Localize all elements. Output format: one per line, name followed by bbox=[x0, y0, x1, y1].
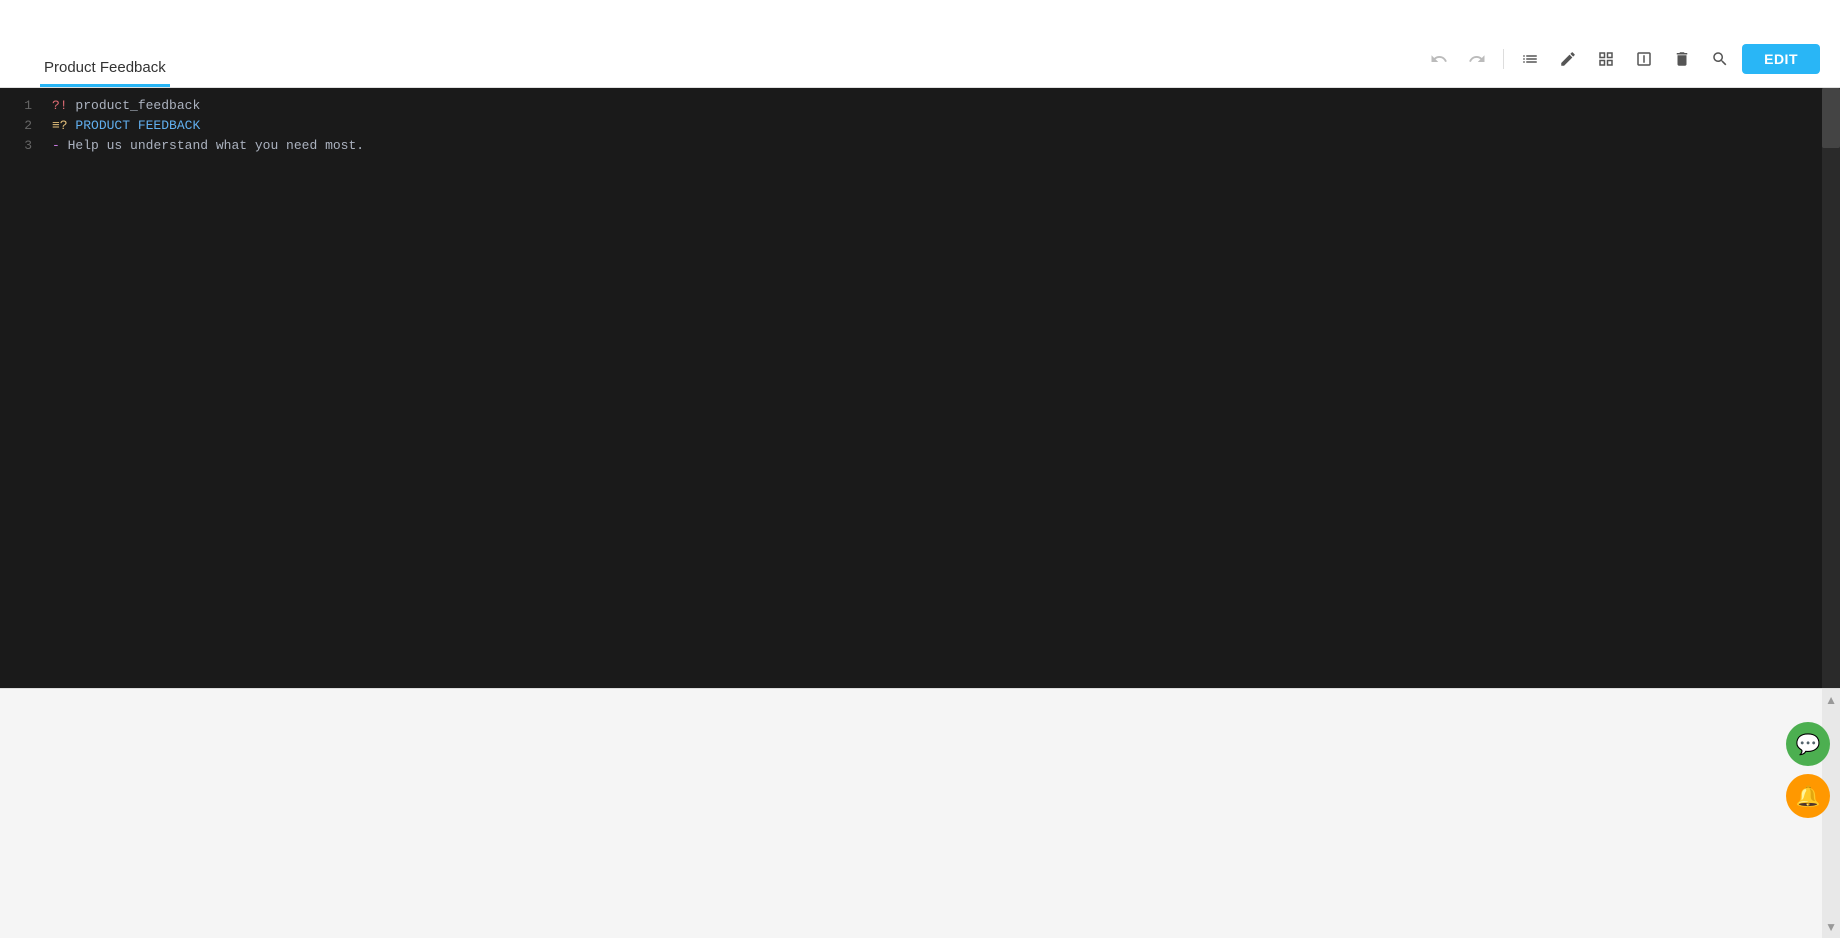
code-content[interactable]: ?! product_feedback ≡? PRODUCT FEEDBACK … bbox=[40, 88, 1840, 688]
line-num-2: 2 bbox=[8, 116, 32, 136]
pen-icon bbox=[1559, 50, 1577, 68]
code-line-1: ?! product_feedback bbox=[40, 96, 1840, 116]
scroll-up-arrow[interactable]: ▲ bbox=[1821, 689, 1840, 711]
separator-1 bbox=[1503, 49, 1504, 69]
list-button[interactable] bbox=[1514, 43, 1546, 75]
split-icon bbox=[1635, 50, 1653, 68]
line-num-3: 3 bbox=[8, 136, 32, 156]
chat-float-button[interactable]: 💬 bbox=[1786, 722, 1830, 766]
notify-float-button[interactable]: 🔔 bbox=[1786, 774, 1830, 818]
undo-button[interactable] bbox=[1423, 43, 1455, 75]
grid-button[interactable] bbox=[1590, 43, 1622, 75]
search-button[interactable] bbox=[1704, 43, 1736, 75]
split-button[interactable] bbox=[1628, 43, 1660, 75]
scroll-down-arrow[interactable]: ▼ bbox=[1821, 916, 1840, 938]
delete-icon bbox=[1673, 50, 1691, 68]
tab-label: Product Feedback bbox=[44, 59, 166, 76]
product-feedback-tab[interactable]: Product Feedback bbox=[40, 51, 170, 87]
notify-icon: 🔔 bbox=[1796, 784, 1821, 809]
edit-label: EDIT bbox=[1764, 51, 1798, 67]
editor-scrollbar[interactable] bbox=[1822, 88, 1840, 688]
line-numbers: 1 2 3 bbox=[0, 88, 40, 688]
chat-icon: 💬 bbox=[1796, 732, 1821, 757]
tab-area: Product Feedback bbox=[40, 0, 170, 87]
bottom-panel: ▲ ▼ bbox=[0, 688, 1840, 938]
line-num-1: 1 bbox=[8, 96, 32, 116]
top-bar: Product Feedback bbox=[0, 0, 1840, 88]
pen-button[interactable] bbox=[1552, 43, 1584, 75]
code-line-2: ≡? PRODUCT FEEDBACK bbox=[40, 116, 1840, 136]
floating-buttons: 💬 🔔 bbox=[1786, 722, 1830, 818]
redo-button[interactable] bbox=[1461, 43, 1493, 75]
code-editor: 1 2 3 ?! product_feedback ≡? PRODUCT FEE… bbox=[0, 88, 1840, 688]
redo-icon bbox=[1468, 50, 1486, 68]
code-line-3: - Help us understand what you need most. bbox=[40, 136, 1840, 156]
list-icon bbox=[1521, 50, 1539, 68]
delete-button[interactable] bbox=[1666, 43, 1698, 75]
edit-button[interactable]: EDIT bbox=[1742, 44, 1820, 74]
undo-icon bbox=[1430, 50, 1448, 68]
scrollbar-thumb[interactable] bbox=[1822, 88, 1840, 148]
toolbar: EDIT bbox=[1423, 43, 1820, 87]
search-icon bbox=[1711, 50, 1729, 68]
grid-icon bbox=[1597, 50, 1615, 68]
